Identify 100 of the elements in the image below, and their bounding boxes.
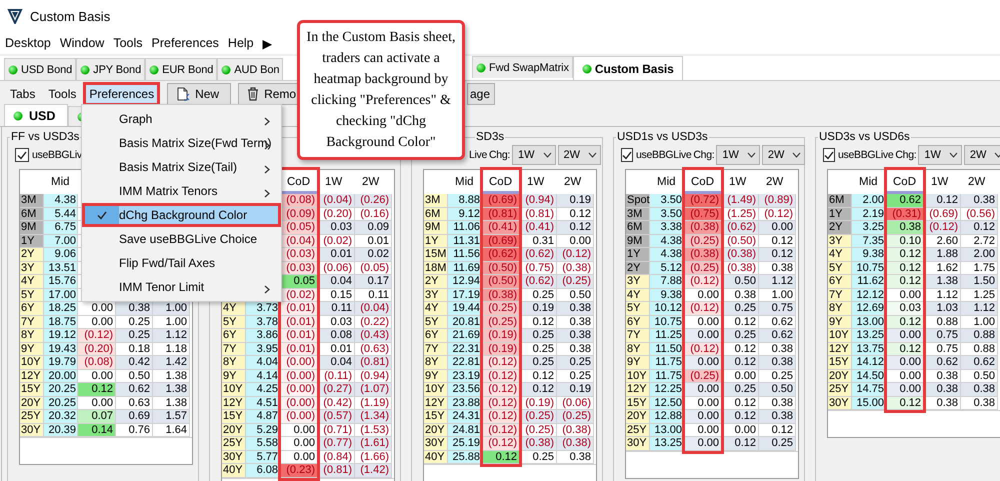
tab[interactable]: USD bbox=[4, 104, 68, 126]
menu-item[interactable]: Desktop bbox=[2, 36, 55, 50]
dropdown[interactable]: 1W bbox=[716, 145, 760, 165]
table-cell: (0.00) bbox=[280, 410, 318, 424]
menu-item[interactable]: Graph bbox=[82, 107, 281, 131]
dropdown[interactable]: 1W bbox=[918, 145, 962, 165]
menu-item[interactable]: Save useBBGLive Choice bbox=[82, 227, 281, 251]
table-cell: 17.00 bbox=[44, 288, 78, 302]
table-cell: 0.38 bbox=[961, 383, 998, 396]
table-cell: 20.32 bbox=[44, 410, 78, 424]
menu-item[interactable]: Preferences bbox=[148, 36, 223, 50]
status-dot-icon bbox=[582, 64, 592, 74]
table-cell: 5.44 bbox=[44, 208, 78, 221]
row-header: 3Y bbox=[424, 288, 448, 302]
row-header: 10Y bbox=[828, 329, 852, 342]
table-cell: 0.38 bbox=[557, 342, 594, 356]
row-header: 6M bbox=[424, 208, 448, 221]
tab[interactable]: AUD Bon bbox=[217, 58, 284, 80]
table-cell: 0.38 bbox=[557, 450, 594, 464]
tab[interactable]: Custom Basis bbox=[572, 56, 683, 80]
dropdown[interactable]: 2W bbox=[762, 145, 806, 165]
menu-item[interactable]: Flip Fwd/Tail Axes bbox=[82, 251, 281, 275]
row-header: 1Y bbox=[828, 208, 852, 221]
table-cell: 0.08 bbox=[318, 329, 355, 342]
tab[interactable]: Fwd SwapMatrix bbox=[472, 56, 573, 78]
table-cell: 0.76 bbox=[116, 424, 153, 437]
table-cell: 1.75 bbox=[961, 262, 998, 275]
menu-item[interactable]: ▶ bbox=[260, 36, 277, 50]
row-header: 15Y bbox=[424, 410, 448, 424]
menu-item[interactable]: dChg Background Color bbox=[82, 203, 281, 227]
table-cell: 12.25 bbox=[650, 383, 684, 396]
table-cell: (0.81) bbox=[355, 356, 392, 370]
table-cell: (0.12) bbox=[482, 383, 520, 396]
table-cell: 21.69 bbox=[448, 329, 482, 342]
callout-text: In the Custom Basis sheet, traders can activate a heatmap background by clicking "Preferences" & checking "dChg Background Color" bbox=[306, 29, 456, 152]
toolbar-menu[interactable]: Preferences bbox=[83, 82, 160, 106]
row-header: 4Y bbox=[20, 275, 44, 288]
table-cell: 1.50 bbox=[961, 275, 998, 288]
row-header: 9Y bbox=[424, 370, 448, 383]
table-cell: 10.12 bbox=[650, 302, 684, 316]
table-cell: 0.19 bbox=[520, 302, 557, 316]
menu-item[interactable]: IMM Tenor Limit bbox=[82, 275, 281, 299]
table-cell: 0.75 bbox=[759, 302, 796, 316]
row-header: 25Y bbox=[626, 424, 650, 437]
table-cell: 0.00 bbox=[557, 234, 594, 248]
table-cell: 0.00 bbox=[684, 329, 722, 342]
table-cell: (0.00) bbox=[280, 383, 318, 396]
row-header: 20Y bbox=[828, 370, 852, 383]
menu-item[interactable]: IMM Matrix Tenors bbox=[82, 179, 281, 203]
toolbar-menu[interactable]: Tools bbox=[42, 82, 82, 106]
table-cell: (0.01) bbox=[280, 302, 318, 316]
tab[interactable]: EUR Bond bbox=[145, 58, 218, 80]
checkbox[interactable] bbox=[823, 148, 835, 162]
table-cell: (0.72) bbox=[684, 194, 722, 208]
table-cell: (0.69) bbox=[482, 194, 520, 208]
row-header: 8Y bbox=[20, 329, 44, 342]
table-cell: 0.02 bbox=[355, 248, 392, 262]
row-header: 6M bbox=[828, 194, 852, 208]
dropdown[interactable]: 2W bbox=[964, 145, 1000, 165]
table-cell: (0.22) bbox=[355, 316, 392, 329]
table-cell: 1.38 bbox=[153, 370, 190, 383]
checkbox[interactable] bbox=[621, 148, 633, 162]
menu-item[interactable]: Basis Matrix Size(Fwd Term) bbox=[82, 131, 281, 155]
toolbar-menu[interactable]: Tabs bbox=[4, 82, 42, 106]
table-cell: 0.12 bbox=[557, 221, 594, 234]
table-cell: 0.25 bbox=[759, 370, 796, 383]
toolbar-button[interactable]: age bbox=[466, 82, 495, 104]
table-cell: 13.25 bbox=[650, 437, 684, 450]
tab[interactable]: JPY Bond bbox=[76, 58, 146, 80]
table-cell: 0.50 bbox=[961, 370, 998, 383]
table-cell: (0.01) bbox=[280, 329, 318, 342]
menu-item[interactable]: Window bbox=[56, 36, 108, 50]
table-cell: 0.12 bbox=[886, 248, 924, 262]
menu-item[interactable]: Tools bbox=[110, 36, 147, 50]
tab[interactable]: USD Bond bbox=[4, 58, 76, 80]
table-cell: 0.25 bbox=[722, 383, 759, 396]
toolbar-button[interactable]: New bbox=[167, 82, 232, 104]
table-cell: 0.04 bbox=[318, 356, 355, 370]
table-cell: 11.06 bbox=[448, 221, 482, 234]
table-cell: 0.01 bbox=[355, 234, 392, 248]
row-header: 1Y bbox=[20, 234, 44, 248]
table-cell: (0.05) bbox=[280, 221, 318, 234]
table-cell: 0.12 bbox=[78, 383, 116, 396]
dropdown[interactable]: 1W bbox=[512, 145, 556, 165]
table-cell: (1.49) bbox=[722, 194, 759, 208]
table-cell: 19.12 bbox=[44, 329, 78, 342]
table-cell: 9.38 bbox=[852, 248, 886, 262]
menu-item[interactable]: Help bbox=[224, 36, 258, 50]
table-cell: 2.00 bbox=[961, 248, 998, 262]
row-header: 7Y bbox=[222, 342, 246, 356]
menu-item[interactable]: Basis Matrix Size(Tail) bbox=[82, 155, 281, 179]
row-header: 9M bbox=[20, 221, 44, 234]
toolbar-button[interactable]: Remo bbox=[238, 82, 300, 104]
table-cell: 6.75 bbox=[44, 221, 78, 234]
table-cell: (0.38) bbox=[557, 262, 594, 275]
dropdown[interactable]: 2W bbox=[558, 145, 601, 165]
table-cell: 0.38 bbox=[557, 302, 594, 316]
table-cell: (0.41) bbox=[482, 221, 520, 234]
checkbox[interactable] bbox=[15, 148, 29, 162]
table-cell: 3.38 bbox=[650, 221, 684, 234]
